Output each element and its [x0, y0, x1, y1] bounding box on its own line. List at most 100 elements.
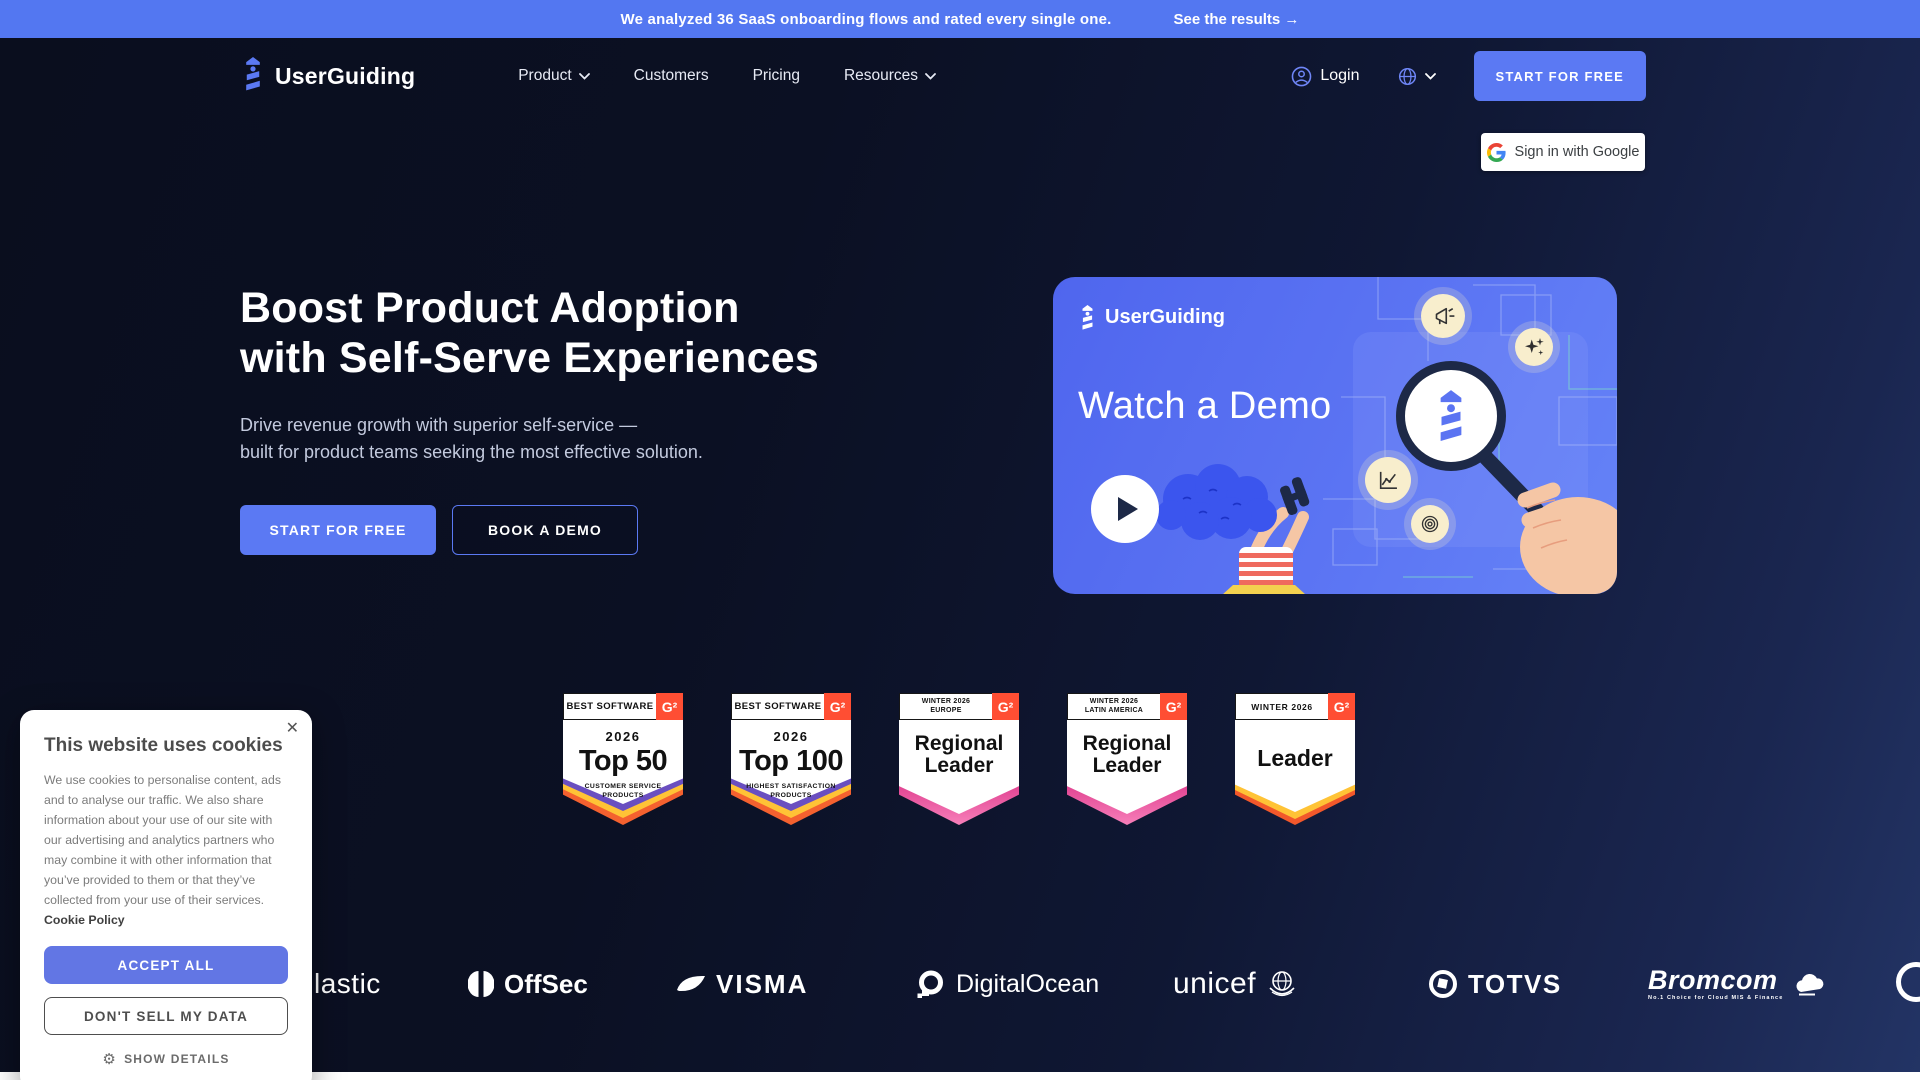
title-line: Boost Product Adoption: [240, 284, 740, 332]
language-selector[interactable]: [1398, 67, 1436, 86]
accept-all-button[interactable]: ACCEPT ALL: [44, 946, 288, 984]
bromcom-tagline: No.1 Choice for Cloud MIS & Finance: [1648, 995, 1783, 1001]
cookie-policy-link[interactable]: Cookie Policy: [44, 913, 125, 927]
hero-book-demo-button[interactable]: BOOK A DEMO: [452, 505, 638, 555]
announcement-banner: We analyzed 36 SaaS onboarding flows and…: [0, 0, 1920, 38]
nav-item-customers[interactable]: Customers: [634, 67, 709, 85]
page-title: Boost Product Adoption with Self-Serve E…: [240, 283, 819, 383]
badge-title: RegionalLeader: [1067, 733, 1187, 777]
totvs-logo: TOTVS: [1428, 958, 1562, 1010]
offsec-logo-text: OffSec: [504, 969, 588, 1000]
google-signin-label: Sign in with Google: [1515, 144, 1640, 160]
badge-title: Top 100: [731, 745, 851, 778]
unicef-logo: unicef: [1173, 958, 1298, 1010]
subtitle-line: built for product teams seeking the most…: [240, 442, 703, 462]
chart-icon: [1365, 457, 1411, 503]
nav-item-label: Pricing: [753, 67, 800, 85]
lighthouse-icon: [1432, 390, 1470, 442]
nav-item-pricing[interactable]: Pricing: [753, 67, 800, 85]
g2-icon: G²: [656, 693, 683, 720]
page: We analyzed 36 SaaS onboarding flows and…: [0, 0, 1920, 1080]
badge-year: 2026: [563, 729, 683, 744]
lighthouse-icon: [1078, 305, 1097, 330]
awards-row: BEST SOFTWARE G² 2026 Top 50 CUSTOMER SE…: [563, 693, 1355, 825]
video-brand-logo: UserGuiding: [1078, 305, 1225, 330]
brand-name: UserGuiding: [275, 63, 415, 90]
megaphone-icon: [1421, 294, 1465, 338]
video-brand-name: UserGuiding: [1105, 306, 1225, 329]
badge-year: 2026: [731, 729, 851, 744]
user-icon: [1291, 66, 1312, 87]
start-for-free-button[interactable]: START FOR FREE: [1474, 51, 1647, 101]
chevron-down-icon: [579, 73, 590, 80]
badge-header: WINTER 2026 G²: [1235, 693, 1355, 720]
partial-logo: [1896, 962, 1920, 1002]
g2-badge-top100: BEST SOFTWARE G² 2026 Top 100 HIGHEST SA…: [731, 693, 851, 825]
cookie-dialog: ✕ This website uses cookies We use cooki…: [20, 710, 312, 1080]
nav-links: Product Customers Pricing Resources: [518, 67, 936, 85]
hero-start-free-button[interactable]: START FOR FREE: [240, 505, 436, 555]
bromcom-logo: Bromcom No.1 Choice for Cloud MIS & Fina…: [1648, 958, 1827, 1010]
globe-icon: [1398, 67, 1417, 86]
visma-logo-icon: [676, 974, 706, 994]
hand-illustration: [1483, 462, 1617, 594]
gear-icon: ⚙: [102, 1050, 117, 1068]
subtitle-line: Drive revenue growth with superior self-…: [240, 415, 637, 435]
visma-logo: VISMA: [676, 958, 808, 1010]
play-button[interactable]: [1091, 475, 1159, 543]
nav-item-label: Product: [518, 67, 571, 85]
g2-icon: G²: [1328, 693, 1355, 720]
nav-item-label: Resources: [844, 67, 918, 85]
main-nav: UserGuiding Product Customers Pricing Re…: [0, 38, 1920, 114]
person-illustration: [1143, 455, 1343, 594]
lighthouse-icon: [240, 57, 266, 96]
show-details-label: SHOW DETAILS: [124, 1052, 230, 1066]
magnifier-illustration: [1396, 361, 1506, 471]
login-button[interactable]: Login: [1291, 66, 1359, 87]
offsec-logo: OffSec: [468, 958, 588, 1010]
badge-header: WINTER 2026 EUROPE G²: [899, 693, 1019, 720]
elastic-logo-text: lastic: [314, 968, 381, 1000]
badge-subtitle: CUSTOMER SERVICEPRODUCTS: [563, 782, 683, 800]
g2-badge-leader: WINTER 2026 G² Leader: [1235, 693, 1355, 825]
chevron-down-icon: [1425, 73, 1436, 80]
unicef-logo-text: unicef: [1173, 967, 1256, 1001]
g2-icon: G²: [824, 693, 851, 720]
demo-video-card[interactable]: UserGuiding Watch a Demo: [1053, 277, 1617, 594]
visma-logo-text: VISMA: [716, 969, 808, 1000]
digitalocean-logo-icon: [916, 969, 946, 999]
badge-header: BEST SOFTWARE G²: [731, 693, 851, 720]
totvs-logo-text: TOTVS: [1468, 969, 1562, 1000]
g2-badge-top50: BEST SOFTWARE G² 2026 Top 50 CUSTOMER SE…: [563, 693, 683, 825]
play-icon: [1118, 497, 1138, 521]
hero-section: Boost Product Adoption with Self-Serve E…: [240, 283, 819, 555]
nav-item-product[interactable]: Product: [518, 67, 589, 85]
brand-logo[interactable]: UserGuiding: [240, 57, 415, 96]
badge-header: WINTER 2026 LATIN AMERICA G²: [1067, 693, 1187, 720]
badge-header: BEST SOFTWARE G²: [563, 693, 683, 720]
bromcom-logo-text: Bromcom: [1648, 967, 1783, 993]
sparkles-icon: [1515, 328, 1553, 366]
close-icon[interactable]: ✕: [286, 721, 299, 737]
nav-right: Login START FOR FREE: [1291, 51, 1646, 101]
totvs-logo-icon: [1428, 969, 1458, 999]
cookie-title: This website uses cookies: [44, 735, 288, 757]
badge-title: Top 50: [563, 745, 683, 778]
nav-item-resources[interactable]: Resources: [844, 67, 936, 85]
title-line: with Self-Serve Experiences: [240, 334, 819, 382]
show-details-button[interactable]: ⚙ SHOW DETAILS: [44, 1050, 288, 1068]
g2-icon: G²: [1160, 693, 1187, 720]
banner-message: We analyzed 36 SaaS onboarding flows and…: [621, 11, 1112, 28]
badge-title: RegionalLeader: [899, 733, 1019, 777]
google-signin-button[interactable]: Sign in with Google: [1481, 133, 1645, 171]
banner-cta-link[interactable]: See the results →: [1174, 11, 1300, 28]
hero-subtitle: Drive revenue growth with superior self-…: [240, 412, 819, 466]
elastic-logo: lastic: [314, 958, 381, 1010]
unicef-logo-icon: [1266, 968, 1298, 1000]
google-icon: [1487, 143, 1506, 162]
cookie-body-text: We use cookies to personalise content, a…: [44, 773, 281, 907]
cloud-icon: [1793, 972, 1827, 996]
login-label: Login: [1320, 67, 1359, 85]
cookie-body: We use cookies to personalise content, a…: [44, 770, 288, 930]
dont-sell-button[interactable]: DON'T SELL MY DATA: [44, 997, 288, 1035]
